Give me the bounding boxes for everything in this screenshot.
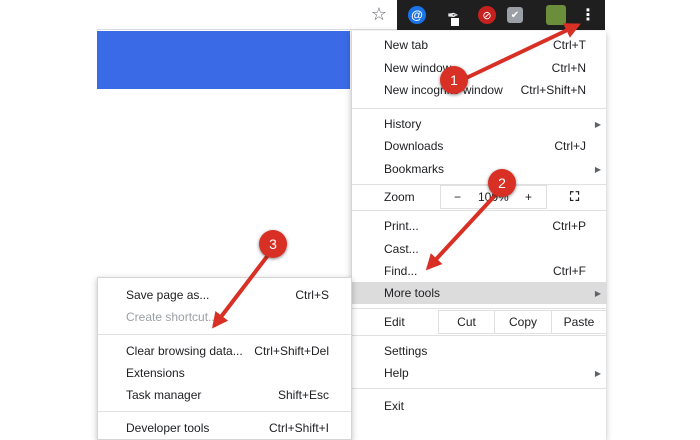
fullscreen-icon[interactable]: ⛶: [570, 189, 579, 205]
submenu-item-label: Extensions: [126, 366, 185, 380]
submenu-item-label: Save page as...: [126, 288, 210, 302]
more-menu-icon[interactable]: ⋮: [577, 4, 599, 26]
more-tools-submenu: Save page as... Ctrl+S Create shortcut...…: [97, 277, 352, 440]
menu-item-shortcut: Ctrl+T: [553, 38, 586, 52]
menu-item-label: History: [384, 117, 422, 131]
zoom-row: Zoom − 100% + ⛶: [352, 185, 607, 209]
submenu-item-developer-tools[interactable]: Developer tools Ctrl+Shift+I: [98, 417, 351, 439]
chrome-main-menu: New tab Ctrl+T New window Ctrl+N New incog…: [351, 31, 607, 440]
menu-item-history[interactable]: History ▶: [352, 113, 607, 135]
menu-divider: [352, 308, 607, 309]
zoom-in-button[interactable]: +: [525, 190, 532, 204]
submenu-divider: [98, 411, 351, 412]
menu-divider: [352, 210, 607, 211]
pen-extension-icon[interactable]: ✒: [442, 4, 464, 26]
menu-divider: [352, 388, 607, 389]
step-3-badge: 3: [259, 230, 287, 258]
menu-divider: [352, 335, 607, 336]
step-1-badge: 1: [440, 66, 468, 94]
menu-item-help[interactable]: Help ▶: [352, 362, 607, 384]
menu-item-new-incognito[interactable]: New incognito window Ctrl+Shift+N: [352, 79, 607, 101]
browser-toolbar: ☆ @ ✒ ⊘ ✔ ⋮: [97, 0, 605, 30]
edit-row: Edit Cut Copy Paste: [352, 310, 607, 334]
menu-item-label: Exit: [384, 399, 405, 413]
paste-button[interactable]: Paste: [551, 310, 607, 334]
check-glyph: ✔: [507, 7, 523, 23]
step-2-badge: 2: [488, 169, 516, 197]
submenu-item-label: Create shortcut...: [126, 310, 219, 324]
menu-item-shortcut: Ctrl+J: [554, 139, 586, 153]
submenu-item-label: Task manager: [126, 388, 202, 402]
edit-label: Edit: [384, 315, 405, 329]
menu-item-shortcut: Ctrl+N: [551, 61, 586, 75]
zoom-label: Zoom: [384, 190, 415, 204]
chevron-right-icon: ▶: [594, 164, 601, 174]
at-extension-icon[interactable]: @: [406, 4, 428, 26]
menu-item-label: Help: [384, 366, 409, 380]
star-icon[interactable]: ☆: [368, 3, 390, 25]
menu-item-label: More tools: [384, 286, 441, 300]
menu-item-find[interactable]: Find... Ctrl+F: [352, 260, 607, 282]
chevron-right-icon: ▶: [594, 368, 601, 378]
zoom-out-button[interactable]: −: [454, 190, 461, 204]
submenu-item-extensions[interactable]: Extensions: [98, 362, 351, 384]
submenu-item-task-manager[interactable]: Task manager Shift+Esc: [98, 384, 351, 406]
menu-item-new-tab[interactable]: New tab Ctrl+T: [352, 34, 607, 56]
submenu-item-shortcut: Ctrl+Shift+Del: [254, 344, 329, 358]
menu-item-more-tools[interactable]: More tools ▶: [352, 282, 607, 304]
submenu-divider: [98, 334, 351, 335]
menu-item-shortcut: Ctrl+F: [553, 264, 586, 278]
submenu-item-shortcut: Ctrl+S: [295, 288, 329, 302]
copy-button[interactable]: Copy: [494, 310, 552, 334]
chevron-right-icon: ▶: [594, 119, 601, 129]
menu-item-label: Settings: [384, 344, 428, 358]
at-extension-glyph: @: [408, 6, 426, 24]
extensions-area: [397, 0, 605, 30]
submenu-item-label: Developer tools: [126, 421, 210, 435]
menu-item-shortcut: Ctrl+Shift+N: [520, 83, 586, 97]
profile-avatar-icon[interactable]: [545, 4, 567, 26]
menu-item-exit[interactable]: Exit: [352, 395, 607, 417]
menu-item-settings[interactable]: Settings: [352, 340, 607, 362]
menu-divider: [352, 108, 607, 109]
submenu-item-label: Clear browsing data...: [126, 344, 243, 358]
blocked-extension-icon[interactable]: ⊘: [476, 4, 498, 26]
cut-button[interactable]: Cut: [438, 310, 495, 334]
submenu-item-create-shortcut: Create shortcut...: [98, 306, 351, 328]
avatar-image: [546, 5, 566, 25]
page-banner: [97, 31, 350, 89]
chevron-right-icon: ▶: [594, 288, 601, 298]
pen-cap: [451, 18, 459, 26]
menu-item-new-window[interactable]: New window Ctrl+N: [352, 57, 607, 79]
submenu-item-shortcut: Shift+Esc: [277, 388, 329, 402]
submenu-item-shortcut: Ctrl+Shift+I: [268, 421, 329, 435]
submenu-item-save-page[interactable]: Save page as... Ctrl+S: [98, 284, 351, 306]
submenu-item-clear-browsing-data[interactable]: Clear browsing data... Ctrl+Shift+Del: [98, 340, 351, 362]
blocked-glyph: ⊘: [478, 6, 496, 24]
menu-item-label: Cast...: [384, 242, 419, 256]
menu-item-shortcut: Ctrl+P: [552, 219, 586, 233]
menu-item-bookmarks[interactable]: Bookmarks ▶: [352, 158, 607, 180]
check-extension-icon[interactable]: ✔: [504, 4, 526, 26]
menu-item-downloads[interactable]: Downloads Ctrl+J: [352, 135, 607, 157]
menu-item-print[interactable]: Print... Ctrl+P: [352, 215, 607, 237]
menu-item-cast[interactable]: Cast...: [352, 238, 607, 260]
